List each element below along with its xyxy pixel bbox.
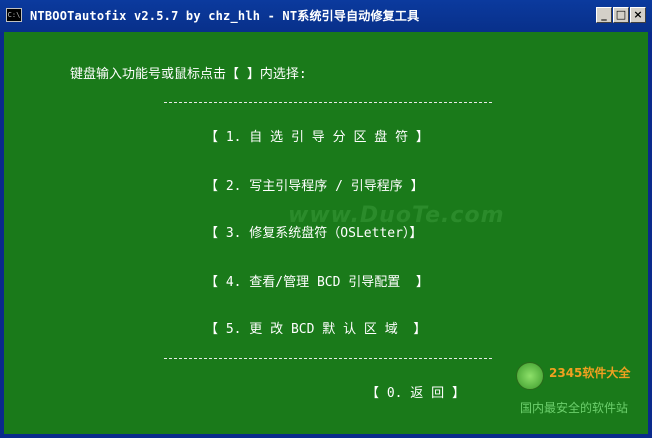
title-bar[interactable]: C:\ NTBOOTautofix v2.5.7 by chz_hlh - NT… [0,0,652,32]
minimize-button[interactable]: _ [596,7,612,23]
mascot-icon [516,362,544,390]
console-area: 键盘输入功能号或鼠标点击【 】内选择: 【 1. 自 选 引 导 分 区 盘 符… [4,32,648,434]
console-app-icon[interactable]: C:\ [6,8,22,22]
divider-bottom [164,358,492,359]
menu-item-write-boot-code[interactable]: 【 2. 写主引导程序 / 引导程序 】 [205,175,424,194]
brand-2345-logo: 2345软件大全 [549,366,631,380]
menu-item-manage-bcd[interactable]: 【 4. 查看/管理 BCD 引导配置 】 [205,271,429,290]
maximize-button[interactable]: □ [613,7,629,23]
brand-tagline: 国内最安全的软件站 [520,401,629,415]
back-button[interactable]: 【 0. 返 回 】 [366,382,465,401]
menu-prompt: 键盘输入功能号或鼠标点击【 】内选择: [70,67,307,82]
divider-top [164,102,492,103]
menu-item-change-bcd-default[interactable]: 【 5. 更 改 BCD 默 认 区 域 】 [205,318,426,337]
console-window: C:\ NTBOOTautofix v2.5.7 by chz_hlh - NT… [0,0,652,438]
menu-item-select-boot-partition[interactable]: 【 1. 自 选 引 导 分 区 盘 符 】 [205,126,429,145]
duote-watermark: www.DuoTe.com [288,203,505,228]
close-button[interactable]: × [630,7,646,23]
window-title: NTBOOTautofix v2.5.7 by chz_hlh - NT系统引导… [30,9,420,23]
